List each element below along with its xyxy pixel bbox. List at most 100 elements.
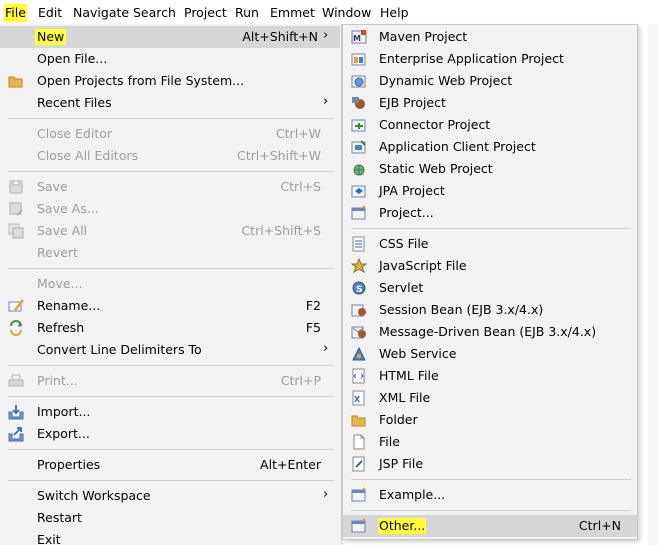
print-icon [8,373,24,389]
file-menu-print[interactable]: Print... Ctrl+P [0,370,340,392]
menu-file[interactable]: File [4,4,27,22]
submenu-arrow-icon: › [323,487,329,502]
accelerator: Ctrl+Shift+W [237,148,321,163]
new-example[interactable]: Example... [343,484,637,506]
menu-window[interactable]: Window [321,4,372,22]
save-icon [8,179,24,195]
separator [351,479,631,480]
file-menu-import[interactable]: Import... [0,401,340,423]
app-client-project-icon [351,139,367,155]
new-xml-file[interactable]: X XML File [343,387,637,409]
menu-run[interactable]: Run [234,4,260,22]
menu-item-label: Maven Project [379,29,468,44]
new-jsp-file[interactable]: JSP File [343,453,637,475]
separator [8,268,334,269]
ejb-project-icon [351,95,367,111]
svg-text:M: M [353,34,361,43]
menu-help[interactable]: Help [379,4,410,22]
new-javascript-file[interactable]: JavaScript File [343,255,637,277]
file-menu-exit[interactable]: Exit [0,529,340,545]
new-message-driven-bean[interactable]: Message-Driven Bean (EJB 3.x/4.x) [343,321,637,343]
new-html-file[interactable]: HTML File [343,365,637,387]
menu-item-label: Folder [379,412,418,427]
file-menu-restart[interactable]: Restart [0,507,340,529]
css-file-icon [351,236,367,252]
menu-item-label: Export... [37,426,90,441]
message-driven-bean-icon [351,324,367,340]
file-menu: New Alt+Shift+N › Open File... Open Proj… [0,24,342,545]
file-menu-move[interactable]: Move... [0,273,340,295]
new-other[interactable]: Other... Ctrl+N [343,515,637,537]
file-menu-properties[interactable]: Properties Alt+Enter [0,454,340,476]
web-service-icon [351,346,367,362]
other-icon [351,518,367,534]
menu-emmet[interactable]: Emmet [269,4,316,22]
new-session-bean[interactable]: Session Bean (EJB 3.x/4.x) [343,299,637,321]
file-menu-open-projects[interactable]: Open Projects from File System... [0,70,340,92]
menu-item-label: Project... [379,205,434,220]
new-application-client-project[interactable]: Application Client Project [343,136,637,158]
menu-item-label: Refresh [37,320,85,335]
file-menu-open-file[interactable]: Open File... [0,48,340,70]
new-servlet[interactable]: S Servlet [343,277,637,299]
save-as-icon [8,201,24,217]
menu-item-label: Close Editor [37,126,113,141]
menu-item-label: Rename... [37,298,101,313]
menu-item-label: JavaScript File [379,258,467,273]
xml-file-icon: X [351,390,367,406]
file-menu-refresh[interactable]: Refresh F5 [0,317,340,339]
menu-item-label: Connector Project [379,117,491,132]
new-project[interactable]: Project... [343,202,637,224]
menu-project[interactable]: Project [183,4,228,22]
new-css-file[interactable]: CSS File [343,233,637,255]
submenu-arrow-icon: › [323,341,329,356]
separator [351,510,631,511]
menu-item-label: JPA Project [379,183,445,198]
new-file[interactable]: File [343,431,637,453]
menu-item-label: HTML File [379,368,439,383]
menu-item-label: Recent Files [37,95,112,110]
jpa-project-icon [351,183,367,199]
separator [351,228,631,229]
new-ejb-project[interactable]: EJB Project [343,92,637,114]
file-menu-save[interactable]: Save Ctrl+S [0,176,340,198]
new-connector-project[interactable]: Connector Project [343,114,637,136]
file-menu-save-all[interactable]: Save All Ctrl+Shift+S [0,220,340,242]
menu-search[interactable]: Search [132,4,177,22]
refresh-icon [8,320,24,336]
separator [8,171,334,172]
folder-icon [351,412,367,428]
file-menu-switch-workspace[interactable]: Switch Workspace › [0,485,340,507]
file-menu-convert-line-delimiters[interactable]: Convert Line Delimiters To › [0,339,340,361]
menu-edit[interactable]: Edit [37,4,63,22]
menu-item-label: Save As... [37,201,99,216]
new-jpa-project[interactable]: JPA Project [343,180,637,202]
window-edge [648,24,658,545]
menu-item-label: JSP File [379,456,424,471]
menu-item-label: Web Service [379,346,457,361]
menu-navigate[interactable]: Navigate [72,4,130,22]
new-dynamic-web-project[interactable]: Dynamic Web Project [343,70,637,92]
file-menu-rename[interactable]: Rename... F2 [0,295,340,317]
accelerator: Alt+Shift+N [242,29,318,44]
new-web-service[interactable]: Web Service [343,343,637,365]
file-menu-save-as[interactable]: Save As... [0,198,340,220]
accelerator: F2 [305,298,321,313]
file-menu-close-editor[interactable]: Close Editor Ctrl+W [0,123,340,145]
new-enterprise-application-project[interactable]: Enterprise Application Project [343,48,637,70]
menu-item-label: Save [37,179,68,194]
session-bean-icon [351,302,367,318]
file-menu-recent-files[interactable]: Recent Files › [0,92,340,114]
file-menu-export[interactable]: Export... [0,423,340,445]
file-menu-revert[interactable]: Revert [0,242,340,264]
import-icon [8,404,24,420]
menu-item-label: Print... [37,373,78,388]
accelerator: Ctrl+S [280,179,321,194]
menu-item-label: Servlet [379,280,424,295]
new-folder[interactable]: Folder [343,409,637,431]
file-menu-new[interactable]: New Alt+Shift+N › [0,26,340,48]
new-static-web-project[interactable]: Static Web Project [343,158,637,180]
maven-project-icon: M [351,29,367,45]
file-menu-close-all-editors[interactable]: Close All Editors Ctrl+Shift+W [0,145,340,167]
new-maven-project[interactable]: M Maven Project [343,26,637,48]
